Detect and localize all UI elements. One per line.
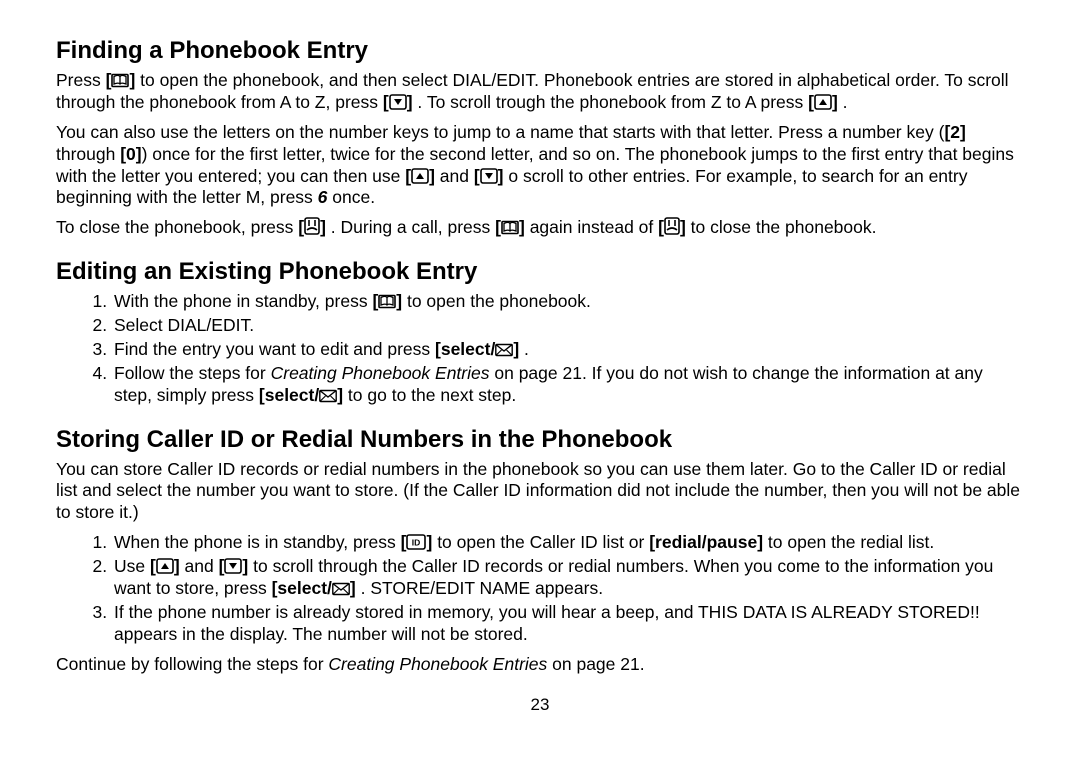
book-icon: [111, 72, 129, 88]
bracket: ]: [832, 92, 838, 112]
text: Press: [56, 70, 106, 90]
list-item: Use [] and [] to scroll through the Call…: [112, 556, 1024, 600]
list-item: With the phone in standby, press [] to o…: [112, 291, 1024, 313]
storing-list: When the phone is in standby, press [] t…: [56, 532, 1024, 645]
para-find-3: To close the phonebook, press [] . Durin…: [56, 217, 1024, 239]
key-6: 6: [318, 187, 328, 207]
text: again instead of: [530, 217, 658, 237]
text: When the phone is in standby, press: [114, 532, 401, 552]
end-call-icon: [664, 217, 680, 235]
down-triangle-icon: [389, 94, 407, 110]
list-item: Select DIAL/EDIT.: [112, 315, 1024, 337]
bracket: ]: [407, 92, 413, 112]
text: .: [524, 339, 529, 359]
book-icon: [378, 293, 396, 309]
text: to open the phonebook.: [407, 291, 591, 311]
select-label: [select/: [272, 578, 332, 598]
text: You can also use the letters on the numb…: [56, 122, 944, 142]
key-2: [2]: [944, 122, 965, 142]
list-item: When the phone is in standby, press [] t…: [112, 532, 1024, 554]
bracket: ]: [396, 291, 402, 311]
text: to go to the next step.: [348, 385, 516, 405]
text: through: [56, 144, 120, 164]
up-triangle-icon: [814, 94, 832, 110]
text: . STORE/EDIT NAME appears.: [361, 578, 604, 598]
text: Use: [114, 556, 150, 576]
caller-id-icon: [406, 534, 426, 550]
bracket: ]: [129, 70, 135, 90]
cross-ref: Creating Phonebook Entries: [328, 654, 547, 674]
bracket: ]: [320, 217, 326, 237]
text: Follow the steps for: [114, 363, 271, 383]
text: to open the redial list.: [768, 532, 934, 552]
text: to open the Caller ID list or: [437, 532, 649, 552]
text: once.: [327, 187, 375, 207]
bracket: ]: [680, 217, 686, 237]
envelope-icon: [319, 389, 337, 403]
text: . To scroll trough the phonebook from Z …: [417, 92, 808, 112]
para-store-1: You can store Caller ID records or redia…: [56, 459, 1024, 525]
select-close: ]: [513, 339, 519, 359]
list-item: Follow the steps for Creating Phonebook …: [112, 363, 1024, 407]
page-number: 23: [56, 695, 1024, 715]
text: .: [843, 92, 848, 112]
bracket: ]: [174, 556, 180, 576]
para-find-1: Press [] to open the phonebook, and then…: [56, 70, 1024, 114]
para-store-2: Continue by following the steps for Crea…: [56, 654, 1024, 676]
text: on page 21.: [547, 654, 644, 674]
text: to close the phonebook.: [691, 217, 877, 237]
end-call-icon: [304, 217, 320, 235]
bracket: ]: [498, 166, 504, 186]
up-triangle-icon: [411, 168, 429, 184]
heading-editing: Editing an Existing Phonebook Entry: [56, 257, 1024, 287]
text: Find the entry you want to edit and pres…: [114, 339, 435, 359]
redial-key: [redial/pause]: [649, 532, 763, 552]
bracket: ]: [426, 532, 432, 552]
key-0: [0]: [120, 144, 141, 164]
select-label: [select/: [259, 385, 319, 405]
book-icon: [501, 219, 519, 235]
up-triangle-icon: [156, 558, 174, 574]
list-item: If the phone number is already stored in…: [112, 602, 1024, 646]
down-triangle-icon: [224, 558, 242, 574]
envelope-icon: [495, 343, 513, 357]
bracket: ]: [242, 556, 248, 576]
list-item: Find the entry you want to edit and pres…: [112, 339, 1024, 361]
down-triangle-icon: [480, 168, 498, 184]
heading-storing: Storing Caller ID or Redial Numbers in t…: [56, 425, 1024, 455]
text: Continue by following the steps for: [56, 654, 328, 674]
bracket: ]: [429, 166, 435, 186]
text: With the phone in standby, press: [114, 291, 372, 311]
envelope-icon: [332, 582, 350, 596]
text: . During a call, press: [331, 217, 495, 237]
select-close: ]: [337, 385, 343, 405]
select-label: [select/: [435, 339, 495, 359]
select-close: ]: [350, 578, 356, 598]
document-page: Finding a Phonebook Entry Press [] to op…: [0, 0, 1080, 715]
text: To close the phonebook, press: [56, 217, 298, 237]
heading-finding: Finding a Phonebook Entry: [56, 36, 1024, 66]
text: and: [440, 166, 474, 186]
bracket: ]: [519, 217, 525, 237]
text: and: [185, 556, 219, 576]
editing-list: With the phone in standby, press [] to o…: [56, 291, 1024, 406]
cross-ref: Creating Phonebook Entries: [271, 363, 490, 383]
para-find-2: You can also use the letters on the numb…: [56, 122, 1024, 210]
